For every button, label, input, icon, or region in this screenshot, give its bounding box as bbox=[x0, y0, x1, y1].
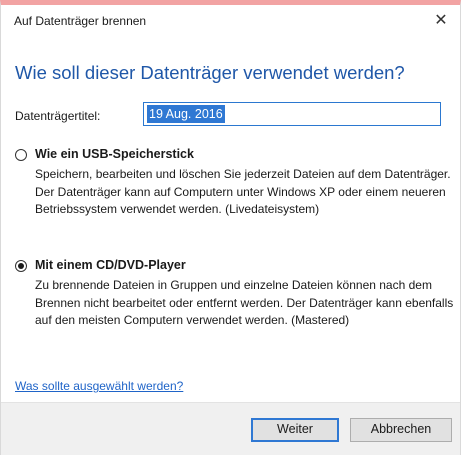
radio-usb-stick[interactable] bbox=[15, 149, 27, 161]
disc-title-input[interactable]: 19 Aug. 2016 bbox=[143, 102, 441, 126]
option-usb-stick-description: Speichern, bearbeiten und löschen Sie je… bbox=[35, 167, 451, 216]
option-cd-dvd-player-description: Zu brennende Dateien in Gruppen und einz… bbox=[35, 278, 454, 327]
dialog-footer: Weiter Abbrechen bbox=[1, 402, 460, 455]
next-button[interactable]: Weiter bbox=[251, 418, 339, 442]
dialog-heading: Wie soll dieser Datenträger verwendet we… bbox=[15, 62, 405, 83]
title-bar: Auf Datenträger brennen ✕ bbox=[1, 5, 460, 39]
option-cd-dvd-player-label[interactable]: Mit einem CD/DVD-Player bbox=[35, 258, 186, 272]
option-usb-stick[interactable]: Wie ein USB-Speicherstick Speichern, bea… bbox=[15, 147, 455, 243]
radio-cd-dvd-player[interactable] bbox=[15, 260, 27, 272]
window-title: Auf Datenträger brennen bbox=[14, 14, 147, 28]
close-icon[interactable]: ✕ bbox=[428, 8, 454, 34]
disc-title-selected-text[interactable]: 19 Aug. 2016 bbox=[147, 105, 225, 123]
burn-disc-dialog: Auf Datenträger brennen ✕ Wie soll diese… bbox=[0, 0, 461, 455]
help-link[interactable]: Was sollte ausgewählt werden? bbox=[15, 379, 183, 393]
cancel-button[interactable]: Abbrechen bbox=[350, 418, 452, 442]
disc-title-label: Datenträgertitel: bbox=[15, 109, 101, 123]
option-usb-stick-label[interactable]: Wie ein USB-Speicherstick bbox=[35, 147, 194, 161]
option-cd-dvd-player[interactable]: Mit einem CD/DVD-Player Zu brennende Dat… bbox=[15, 258, 455, 354]
